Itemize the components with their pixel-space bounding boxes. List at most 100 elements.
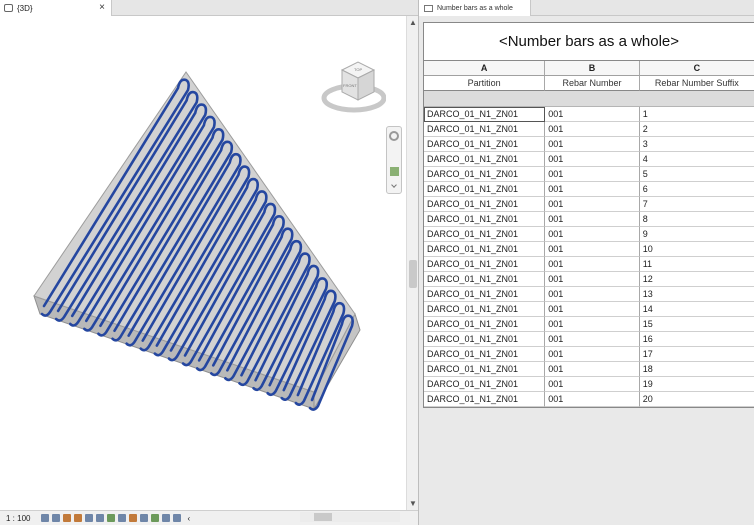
cell-partition[interactable]: DARCO_01_N1_ZN01 — [424, 272, 546, 287]
cell-rebar-number-suffix[interactable]: 1 — [639, 107, 754, 122]
cell-partition[interactable]: DARCO_01_N1_ZN01 — [424, 197, 546, 212]
cell-rebar-number-suffix[interactable]: 15 — [639, 317, 754, 332]
cell-rebar-number[interactable]: 001 — [545, 392, 640, 407]
crop-region-icon[interactable] — [107, 514, 116, 522]
cell-partition[interactable]: DARCO_01_N1_ZN01 — [424, 137, 546, 152]
horizontal-scrollbar[interactable] — [300, 512, 400, 522]
cell-partition[interactable]: DARCO_01_N1_ZN01 — [424, 242, 546, 257]
cell-rebar-number-suffix[interactable]: 20 — [639, 392, 754, 407]
table-row: DARCO_01_N1_ZN01 001 1 — [424, 107, 754, 122]
table-row: DARCO_01_N1_ZN01 001 16 — [424, 332, 754, 347]
cell-partition[interactable]: DARCO_01_N1_ZN01 — [424, 182, 546, 197]
reveal-hidden-icon[interactable] — [140, 514, 149, 522]
cell-partition[interactable]: DARCO_01_N1_ZN01 — [424, 317, 546, 332]
header-partition[interactable]: Partition — [424, 76, 546, 91]
3d-viewport[interactable]: TOP FRONT — [0, 16, 406, 510]
shadows-icon[interactable] — [74, 514, 83, 522]
cell-rebar-number-suffix[interactable]: 5 — [639, 167, 754, 182]
cell-rebar-number-suffix[interactable]: 12 — [639, 272, 754, 287]
cell-rebar-number[interactable]: 001 — [545, 242, 640, 257]
cell-rebar-number-suffix[interactable]: 7 — [639, 197, 754, 212]
scroll-thumb[interactable] — [409, 260, 417, 288]
vertical-scrollbar[interactable]: ▲ ▼ — [406, 16, 418, 510]
cell-rebar-number-suffix[interactable]: 11 — [639, 257, 754, 272]
close-icon[interactable]: × — [99, 2, 105, 13]
lock-view-icon[interactable] — [118, 514, 127, 522]
cell-rebar-number[interactable]: 001 — [545, 152, 640, 167]
temporary-hide-icon[interactable] — [129, 514, 138, 522]
cell-rebar-number-suffix[interactable]: 3 — [639, 137, 754, 152]
cell-rebar-number[interactable]: 001 — [545, 182, 640, 197]
analytical-model-icon[interactable] — [151, 514, 160, 522]
cell-rebar-number-suffix[interactable]: 6 — [639, 182, 754, 197]
cell-rebar-number[interactable]: 001 — [545, 302, 640, 317]
cell-partition[interactable]: DARCO_01_N1_ZN01 — [424, 257, 546, 272]
cell-rebar-number-suffix[interactable]: 10 — [639, 242, 754, 257]
cell-rebar-number[interactable]: 001 — [545, 347, 640, 362]
cell-rebar-number[interactable]: 001 — [545, 257, 640, 272]
table-row: DARCO_01_N1_ZN01 001 4 — [424, 152, 754, 167]
zoom-icon[interactable] — [390, 167, 399, 176]
column-letter-b[interactable]: B — [545, 61, 640, 76]
cell-rebar-number[interactable]: 001 — [545, 122, 640, 137]
cell-rebar-number[interactable]: 001 — [545, 212, 640, 227]
cell-rebar-number-suffix[interactable]: 2 — [639, 122, 754, 137]
steering-wheel-icon[interactable] — [389, 131, 399, 141]
cell-partition[interactable]: DARCO_01_N1_ZN01 — [424, 377, 546, 392]
header-rebar-number[interactable]: Rebar Number — [545, 76, 640, 91]
cell-rebar-number[interactable]: 001 — [545, 332, 640, 347]
crop-view-icon[interactable] — [96, 514, 105, 522]
cell-rebar-number[interactable]: 001 — [545, 272, 640, 287]
cell-rebar-number[interactable]: 001 — [545, 197, 640, 212]
cell-rebar-number[interactable]: 001 — [545, 287, 640, 302]
highlight-displacement-icon[interactable] — [162, 514, 171, 522]
view-cube[interactable]: TOP FRONT — [316, 54, 387, 118]
cell-rebar-number-suffix[interactable]: 18 — [639, 362, 754, 377]
visual-style-icon[interactable] — [52, 514, 61, 522]
cell-partition[interactable]: DARCO_01_N1_ZN01 — [424, 287, 546, 302]
cell-rebar-number[interactable]: 001 — [545, 377, 640, 392]
column-letter-a[interactable]: A — [424, 61, 546, 76]
cell-partition[interactable]: DARCO_01_N1_ZN01 — [424, 152, 546, 167]
scale-label[interactable]: 1 : 100 — [6, 514, 30, 523]
cell-rebar-number[interactable]: 001 — [545, 167, 640, 182]
cell-rebar-number[interactable]: 001 — [545, 137, 640, 152]
chevron-left-icon[interactable]: ‹ — [187, 514, 190, 523]
cell-partition[interactable]: DARCO_01_N1_ZN01 — [424, 362, 546, 377]
sun-path-icon[interactable] — [63, 514, 72, 522]
cell-partition[interactable]: DARCO_01_N1_ZN01 — [424, 212, 546, 227]
cell-rebar-number-suffix[interactable]: 4 — [639, 152, 754, 167]
schedule-body: DARCO_01_N1_ZN01 001 1 DARCO_01_N1_ZN01 001 2… — [424, 107, 754, 407]
cell-rebar-number-suffix[interactable]: 16 — [639, 332, 754, 347]
cell-partition[interactable]: DARCO_01_N1_ZN01 — [424, 347, 546, 362]
constraints-icon[interactable] — [173, 514, 182, 522]
cell-rebar-number[interactable]: 001 — [545, 362, 640, 377]
horizontal-scroll-thumb[interactable] — [314, 513, 332, 521]
cell-rebar-number-suffix[interactable]: 9 — [639, 227, 754, 242]
detail-level-icon[interactable] — [41, 514, 50, 522]
cell-rebar-number[interactable]: 001 — [545, 317, 640, 332]
cell-partition[interactable]: DARCO_01_N1_ZN01 — [424, 332, 546, 347]
cell-rebar-number-suffix[interactable]: 13 — [639, 287, 754, 302]
cell-partition[interactable]: DARCO_01_N1_ZN01 — [424, 107, 546, 122]
cell-partition[interactable]: DARCO_01_N1_ZN01 — [424, 302, 546, 317]
table-row: DARCO_01_N1_ZN01 001 9 — [424, 227, 754, 242]
cell-partition[interactable]: DARCO_01_N1_ZN01 — [424, 392, 546, 407]
cell-rebar-number-suffix[interactable]: 14 — [639, 302, 754, 317]
cell-rebar-number-suffix[interactable]: 17 — [639, 347, 754, 362]
column-letter-c[interactable]: C — [639, 61, 754, 76]
cell-partition[interactable]: DARCO_01_N1_ZN01 — [424, 122, 546, 137]
cell-rebar-number-suffix[interactable]: 8 — [639, 212, 754, 227]
cell-rebar-number[interactable]: 001 — [545, 227, 640, 242]
chevron-down-icon[interactable] — [391, 182, 397, 188]
tab-3d-view[interactable]: {3D} × — [0, 0, 112, 16]
schedule-title[interactable]: <Number bars as a whole> — [424, 23, 754, 61]
header-rebar-number-suffix[interactable]: Rebar Number Suffix — [639, 76, 754, 91]
cell-partition[interactable]: DARCO_01_N1_ZN01 — [424, 227, 546, 242]
cell-rebar-number-suffix[interactable]: 19 — [639, 377, 754, 392]
schedule-icon — [424, 4, 433, 12]
tab-schedule[interactable]: Number bars as a whole — [419, 0, 531, 16]
render-icon[interactable] — [85, 514, 94, 522]
cell-partition[interactable]: DARCO_01_N1_ZN01 — [424, 167, 546, 182]
cell-rebar-number[interactable]: 001 — [545, 107, 640, 122]
